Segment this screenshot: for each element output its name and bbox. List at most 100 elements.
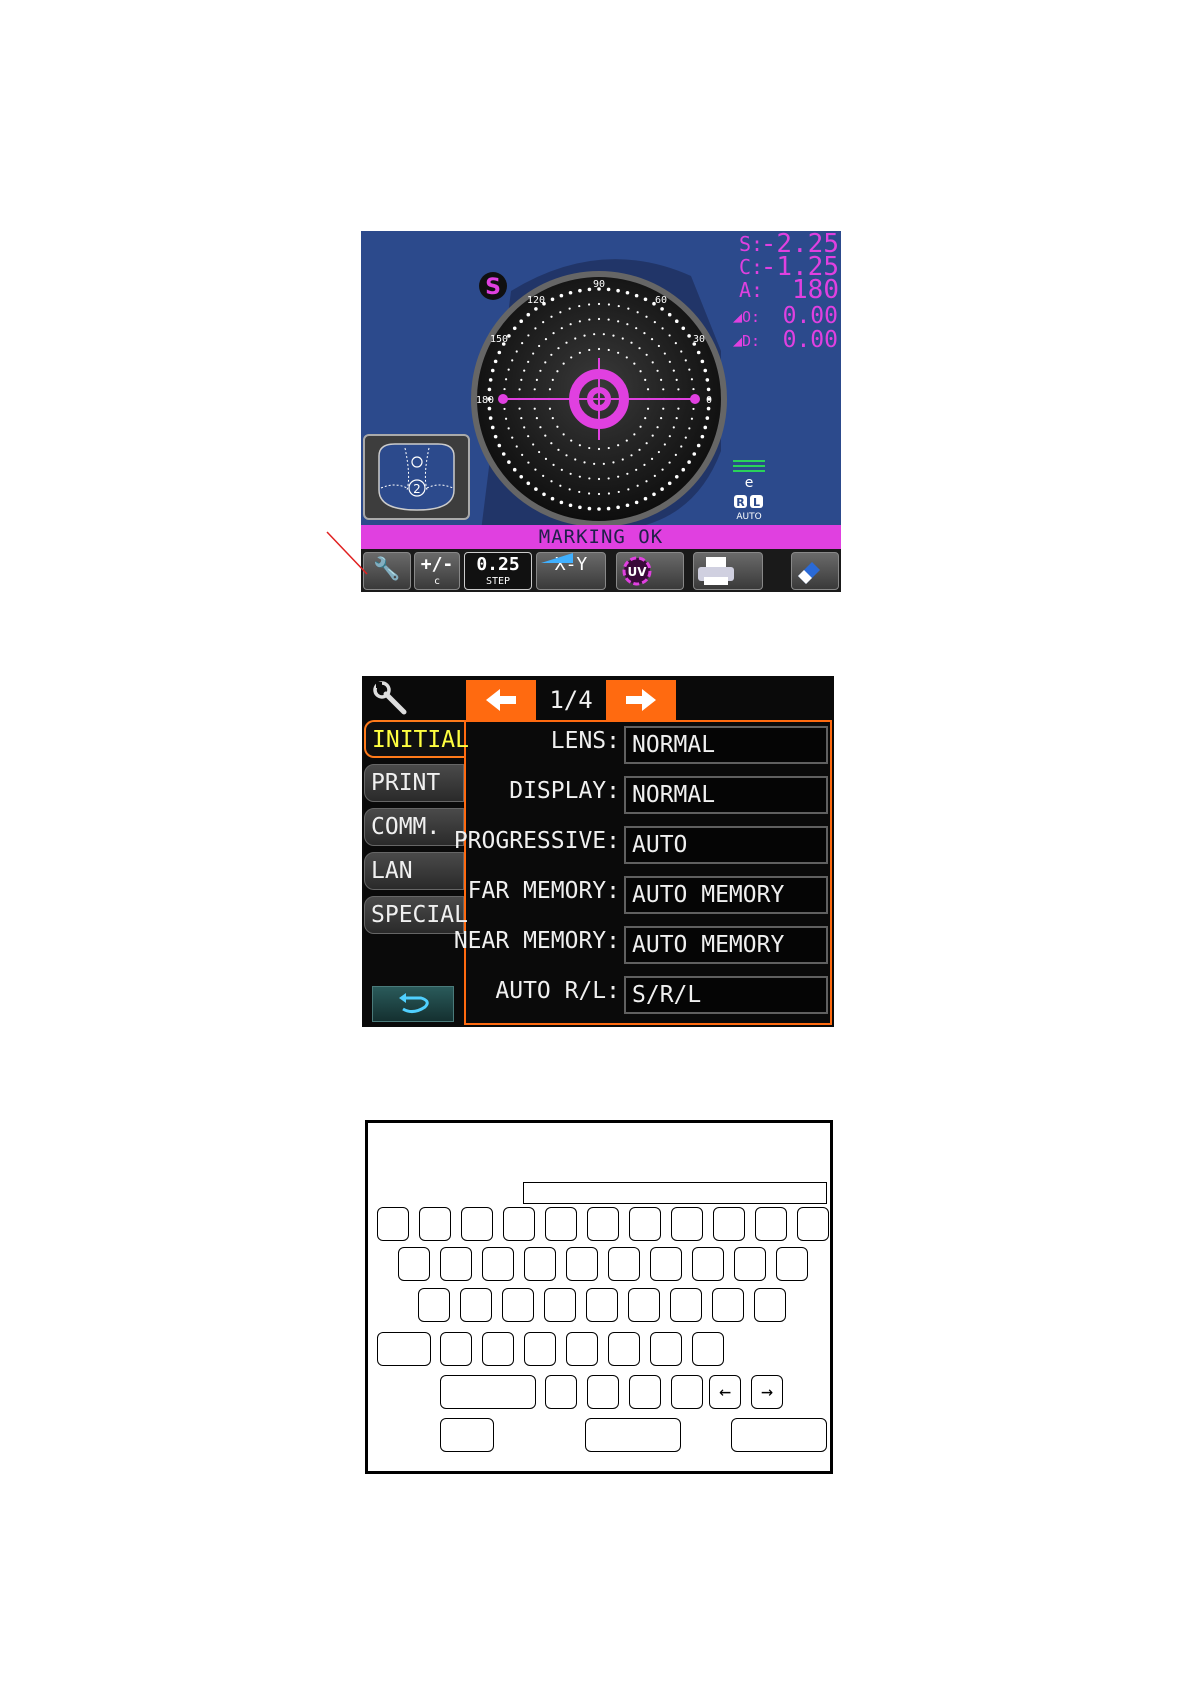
keyboard-key[interactable] — [797, 1207, 829, 1241]
keyboard-key[interactable] — [377, 1207, 409, 1241]
step-button[interactable]: 0.25 STEP — [464, 552, 532, 590]
keyboard-key[interactable] — [712, 1288, 744, 1322]
print-button[interactable] — [693, 552, 763, 590]
arrow-right-icon: → — [760, 1379, 774, 1403]
setting-label-progressive: PROGRESSIVE: — [453, 828, 620, 854]
uv-icon: UV — [622, 556, 652, 586]
cursor-right-key[interactable]: → — [751, 1375, 783, 1409]
setting-field-far-memory[interactable]: AUTO MEMORY — [624, 876, 828, 914]
keyboard-key[interactable] — [629, 1207, 661, 1241]
axis-value: 180 — [792, 275, 839, 305]
tab-print[interactable]: PRINT — [364, 764, 464, 802]
space-key[interactable] — [440, 1375, 536, 1409]
xy-wedge-icon — [541, 553, 573, 563]
keyboard-key[interactable] — [461, 1207, 493, 1241]
tab-comm[interactable]: COMM. — [364, 808, 464, 846]
keyboard-key[interactable] — [482, 1247, 514, 1281]
status-bar: MARKING OK — [361, 525, 841, 549]
arrow-left-icon: ← — [718, 1379, 732, 1403]
setting-label-auto-rl: AUTO R/L: — [495, 978, 620, 1004]
keyboard-diagram: ← → — [365, 1120, 833, 1474]
keyboard-key[interactable] — [734, 1247, 766, 1281]
keyboard-key[interactable] — [629, 1375, 661, 1409]
keyboard-key[interactable] — [544, 1288, 576, 1322]
keyboard-key[interactable] — [713, 1207, 745, 1241]
toolbar: 🔧 +/- c 0.25 STEP X-Y UV — [361, 549, 841, 592]
tab-initial[interactable]: INITIAL — [364, 720, 469, 758]
keyboard-key[interactable] — [628, 1288, 660, 1322]
auto-label: AUTO — [736, 512, 761, 522]
shift-key[interactable] — [377, 1332, 431, 1366]
clear-key[interactable] — [585, 1418, 681, 1452]
keyboard-key[interactable] — [545, 1375, 577, 1409]
keyboard-key[interactable] — [692, 1247, 724, 1281]
keyboard-key[interactable] — [650, 1332, 682, 1366]
l-label: L — [753, 496, 760, 509]
axis-end-left — [498, 394, 508, 404]
keyboard-key[interactable] — [587, 1207, 619, 1241]
keyboard-key[interactable] — [586, 1288, 618, 1322]
keyboard-key[interactable] — [670, 1288, 702, 1322]
prism-d-text: D: — [742, 332, 761, 350]
uv-button[interactable]: UV — [616, 552, 684, 590]
keyboard-key[interactable] — [755, 1207, 787, 1241]
next-page-button[interactable] — [606, 680, 676, 720]
return-button[interactable] — [372, 986, 454, 1022]
keyboard-key[interactable] — [503, 1207, 535, 1241]
keyboard-key[interactable] — [754, 1288, 786, 1322]
callout-pointer — [326, 531, 368, 575]
keyboard-key[interactable] — [418, 1288, 450, 1322]
keyboard-key[interactable] — [419, 1207, 451, 1241]
keyboard-key[interactable] — [545, 1207, 577, 1241]
keyboard-key[interactable] — [671, 1375, 703, 1409]
axis-label-150: 150 — [490, 334, 508, 345]
printer-icon — [698, 557, 734, 585]
axis-label-0: 0 — [706, 395, 712, 406]
previous-page-button[interactable] — [466, 680, 536, 720]
setting-field-near-memory[interactable]: AUTO MEMORY — [624, 926, 828, 964]
keyboard-key[interactable] — [440, 1247, 472, 1281]
settings-screen: 1/4 INITIAL PRINT COMM. LAN SPECIAL LENS… — [362, 676, 834, 1027]
keyboard-key[interactable] — [524, 1332, 556, 1366]
setting-field-progressive[interactable]: AUTO — [624, 826, 828, 864]
keyboard-key[interactable] — [398, 1247, 430, 1281]
keyboard-key[interactable] — [608, 1247, 640, 1281]
setting-field-display[interactable]: NORMAL — [624, 776, 828, 814]
keyboard-key[interactable] — [692, 1332, 724, 1366]
keyboard-key[interactable] — [440, 1332, 472, 1366]
eraser-icon — [798, 562, 820, 584]
sign-toggle-button[interactable]: +/- c — [414, 552, 460, 590]
axis-end-right — [690, 394, 700, 404]
keyboard-key[interactable] — [460, 1288, 492, 1322]
cancel-key[interactable] — [440, 1418, 494, 1452]
clear-button[interactable] — [791, 552, 839, 590]
keyboard-key[interactable] — [566, 1332, 598, 1366]
setting-field-auto-rl[interactable]: S/R/L — [624, 976, 828, 1014]
keyboard-key[interactable] — [587, 1375, 619, 1409]
lens-type-button[interactable]: 2 — [363, 434, 470, 520]
prism-d-value: 0.00 — [782, 327, 838, 353]
prism-o-text: O: — [742, 308, 761, 326]
text-input-field[interactable] — [523, 1182, 827, 1204]
prism-d-label: ◢D: — [733, 334, 760, 349]
keyboard-key[interactable] — [608, 1332, 640, 1366]
progressive-lens-icon: 2 — [378, 443, 455, 511]
xy-button[interactable]: X-Y — [536, 552, 606, 590]
tab-lan[interactable]: LAN — [364, 852, 464, 890]
prism-o-value: 0.00 — [782, 303, 838, 329]
keyboard-key[interactable] — [566, 1247, 598, 1281]
axis-label-30: 30 — [693, 334, 705, 345]
r-label: R — [736, 496, 745, 509]
keyboard-key[interactable] — [524, 1247, 556, 1281]
axis-label-90: 90 — [593, 279, 605, 290]
keyboard-key[interactable] — [671, 1207, 703, 1241]
cursor-left-key[interactable]: ← — [709, 1375, 741, 1409]
keyboard-key[interactable] — [502, 1288, 534, 1322]
tab-special[interactable]: SPECIAL — [364, 896, 468, 934]
keyboard-key[interactable] — [776, 1247, 808, 1281]
keyboard-key[interactable] — [650, 1247, 682, 1281]
keyboard-key[interactable] — [482, 1332, 514, 1366]
enter-key[interactable] — [731, 1418, 827, 1452]
wrench-icon — [372, 680, 412, 718]
setting-field-lens[interactable]: NORMAL — [624, 726, 828, 764]
